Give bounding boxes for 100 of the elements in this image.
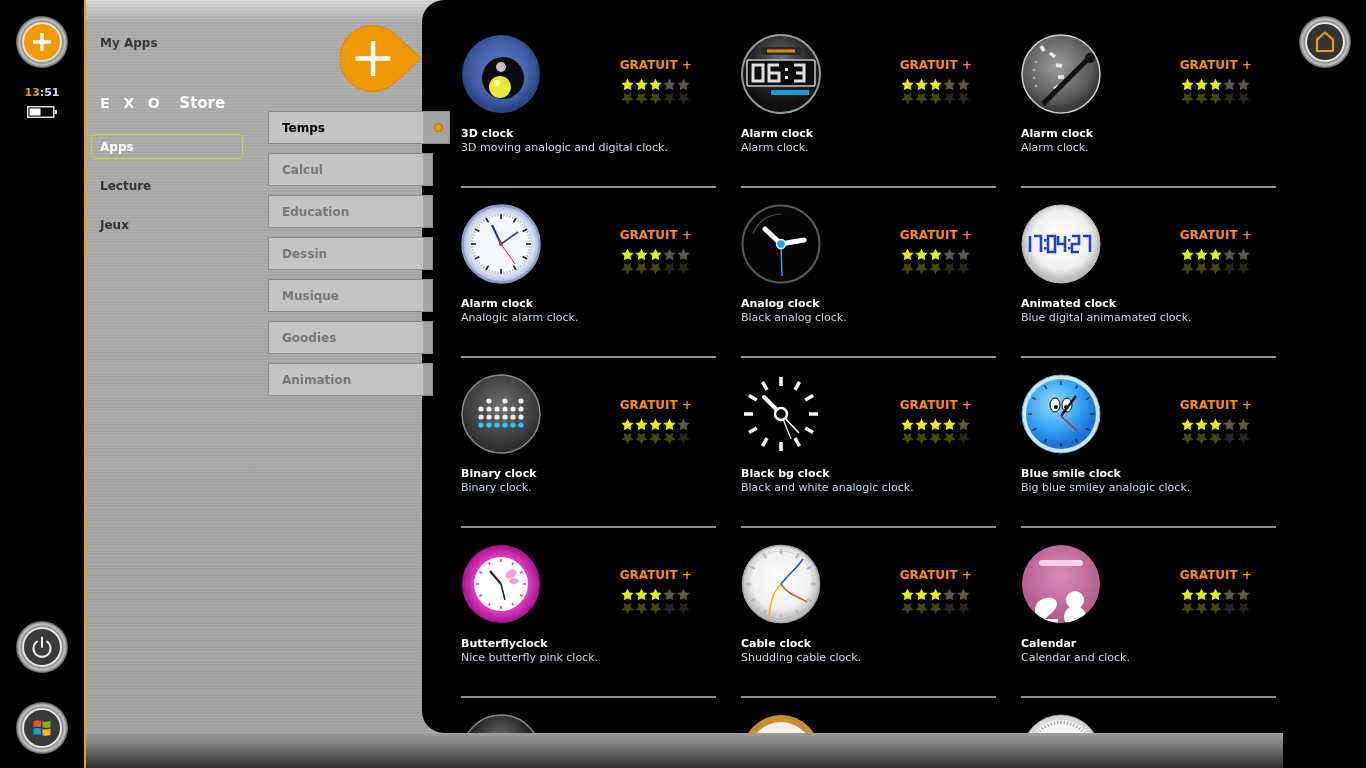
category-tab[interactable]: Education xyxy=(268,195,433,228)
star-icon xyxy=(635,418,649,431)
digital-clock-icon xyxy=(741,34,821,114)
star-icon xyxy=(649,248,663,261)
rating-reflection-drawing xyxy=(1181,602,1251,615)
app-title: 3D clock xyxy=(461,127,515,141)
star-icon xyxy=(929,418,943,431)
add-button[interactable] xyxy=(16,16,68,68)
star-icon xyxy=(915,418,929,431)
category-tab[interactable]: Temps xyxy=(268,111,450,144)
app-description: Binary clock. xyxy=(461,481,533,495)
star-icon xyxy=(929,588,943,601)
smiley-clock-icon xyxy=(1021,374,1101,454)
app-description: Blue digital animamated clock. xyxy=(1021,311,1193,325)
gauge-icon xyxy=(1021,34,1101,114)
star-icon xyxy=(915,588,929,601)
rating-reflection-drawing xyxy=(621,602,691,615)
app-description: Alarm clock. xyxy=(741,141,810,155)
my-apps-link[interactable]: My Apps xyxy=(100,36,158,50)
price-label: GRATUIT + xyxy=(1179,58,1252,72)
app-title: Cable clock xyxy=(741,637,813,651)
star-icon xyxy=(1223,588,1237,601)
star-icon xyxy=(901,248,915,261)
star-icon xyxy=(1181,78,1195,91)
star-icon xyxy=(621,78,635,91)
nav-item[interactable]: Jeux xyxy=(91,212,243,237)
power-button[interactable] xyxy=(16,621,68,673)
nav-item[interactable]: Lecture xyxy=(91,173,243,198)
star-icon xyxy=(1181,418,1195,431)
app-title: Animated clock xyxy=(1021,297,1118,311)
price-label: GRATUIT + xyxy=(619,568,692,582)
star-icon xyxy=(1237,588,1251,601)
store-logo: EXO Store xyxy=(100,95,226,111)
star-icon xyxy=(957,248,971,261)
clock-icon xyxy=(461,204,541,284)
clock-icon xyxy=(741,544,821,624)
star-icon xyxy=(901,418,915,431)
power-icon xyxy=(24,629,60,665)
selection-dot-icon xyxy=(434,123,443,132)
nav-item[interactable]: Apps xyxy=(91,134,243,159)
price-label: GRATUIT + xyxy=(1179,398,1252,412)
price-label: GRATUIT + xyxy=(899,228,972,242)
star-icon xyxy=(943,418,957,431)
price-label: GRATUIT + xyxy=(899,58,972,72)
star-icon xyxy=(915,248,929,261)
rating-reflection-drawing xyxy=(1181,262,1251,275)
star-icon xyxy=(677,588,691,601)
star-icon xyxy=(635,78,649,91)
app-description: Nice butterfly pink clock. xyxy=(461,651,600,665)
rating-reflection-drawing xyxy=(621,92,691,105)
price-label: GRATUIT + xyxy=(1179,568,1252,582)
star-icon xyxy=(929,248,943,261)
star-icon xyxy=(901,78,915,91)
dot-grid-icon xyxy=(461,374,541,454)
category-tab[interactable]: Goodies xyxy=(268,321,433,354)
star-icon xyxy=(1223,418,1237,431)
star-icon xyxy=(943,78,957,91)
star-icon xyxy=(1209,248,1223,261)
star-icon xyxy=(1209,588,1223,601)
start-button[interactable] xyxy=(16,702,68,754)
app-description: Black analog clock. xyxy=(741,311,848,325)
app-description: Calendar and clock. xyxy=(1021,651,1131,665)
star-icon xyxy=(649,588,663,601)
star-icon xyxy=(943,588,957,601)
star-icon xyxy=(943,248,957,261)
rating-reflection-drawing xyxy=(901,602,971,615)
app-description: 3D moving analogic and digital clock. xyxy=(461,141,669,155)
flag-icon xyxy=(24,710,60,746)
star-icon xyxy=(957,588,971,601)
star-icon xyxy=(649,78,663,91)
rating-reflection-drawing xyxy=(621,262,691,275)
clock-icon xyxy=(741,374,821,454)
plus-icon xyxy=(24,24,60,60)
clock-time: 13:51 xyxy=(24,86,60,99)
orb-icon xyxy=(461,34,541,114)
rating-reflection-drawing xyxy=(901,432,971,445)
category-tab[interactable]: Animation xyxy=(268,363,433,396)
app-title: Calendar xyxy=(1021,637,1078,651)
star-icon xyxy=(663,418,677,431)
category-tab[interactable]: Dessin xyxy=(268,237,433,270)
star-icon xyxy=(621,418,635,431)
app-description: Shudding cable clock. xyxy=(741,651,863,665)
app-description: Big blue smiley analogic clock. xyxy=(1021,481,1192,495)
star-icon xyxy=(929,78,943,91)
digital-clock-icon xyxy=(1021,204,1101,284)
star-icon xyxy=(915,78,929,91)
category-tab[interactable]: Musique xyxy=(268,279,433,312)
star-icon xyxy=(621,248,635,261)
app-title: Black bg clock xyxy=(741,467,831,481)
rating-reflection-drawing xyxy=(901,262,971,275)
battery-icon xyxy=(27,106,57,118)
star-icon xyxy=(1195,78,1209,91)
rating-reflection-drawing xyxy=(1181,432,1251,445)
calendar-icon xyxy=(1021,544,1101,624)
category-tab[interactable]: Calcul xyxy=(268,153,433,186)
star-icon xyxy=(1223,78,1237,91)
home-button[interactable] xyxy=(1298,16,1351,68)
star-icon xyxy=(1237,78,1251,91)
star-icon xyxy=(621,588,635,601)
star-icon xyxy=(957,78,971,91)
